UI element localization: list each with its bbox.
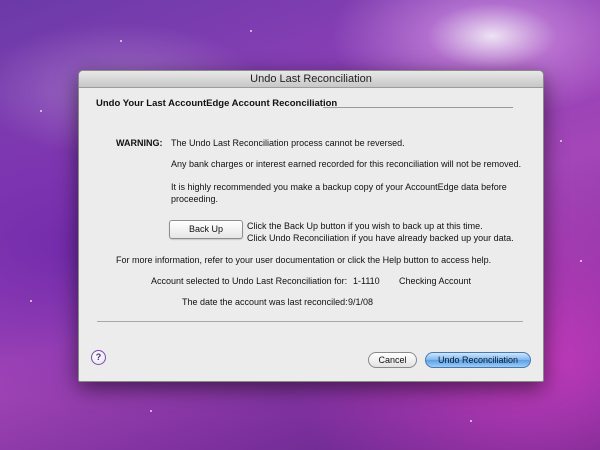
section-divider bbox=[323, 107, 513, 108]
backup-hint: Click the Back Up button if you wish to … bbox=[247, 221, 483, 231]
back-up-button[interactable]: Back Up bbox=[169, 220, 243, 239]
help-info-text: For more information, refer to your user… bbox=[116, 255, 492, 265]
star-decoration bbox=[40, 110, 42, 112]
undo-reconciliation-dialog: Undo Last Reconciliation Undo Your Last … bbox=[78, 70, 544, 382]
section-title: Undo Your Last AccountEdge Account Recon… bbox=[96, 98, 338, 109]
help-icon[interactable]: ? bbox=[91, 350, 106, 365]
dialog-content: Undo Your Last AccountEdge Account Recon… bbox=[79, 88, 543, 381]
account-selected-label: Account selected to Undo Last Reconcilia… bbox=[151, 276, 348, 286]
warning-line-proceeding: proceeding. bbox=[171, 194, 219, 204]
star-decoration bbox=[580, 260, 582, 262]
star-decoration bbox=[470, 420, 472, 422]
warning-label: WARNING: bbox=[116, 138, 163, 148]
undo-hint: Click Undo Reconciliation if you have al… bbox=[247, 233, 514, 243]
warning-line-irreversible: The Undo Last Reconciliation process can… bbox=[171, 138, 405, 148]
star-decoration bbox=[30, 300, 32, 302]
star-decoration bbox=[560, 140, 562, 142]
undo-reconciliation-button[interactable]: Undo Reconciliation bbox=[425, 352, 531, 368]
star-decoration bbox=[120, 40, 122, 42]
last-reconciled-label: The date the account was last reconciled… bbox=[182, 297, 348, 307]
account-name: Checking Account bbox=[399, 276, 472, 286]
footer-divider bbox=[97, 321, 523, 322]
desktop-background: Undo Last Reconciliation Undo Your Last … bbox=[0, 0, 600, 450]
last-reconciled-date: 9/1/08 bbox=[348, 297, 374, 307]
account-number: 1-1110 bbox=[353, 276, 380, 286]
window-title: Undo Last Reconciliation bbox=[79, 71, 543, 88]
warning-line-backup-recommend: It is highly recommended you make a back… bbox=[171, 182, 507, 192]
cancel-button[interactable]: Cancel bbox=[368, 352, 417, 368]
star-decoration bbox=[250, 30, 252, 32]
star-decoration bbox=[150, 410, 152, 412]
warning-line-charges: Any bank charges or interest earned reco… bbox=[171, 159, 522, 169]
